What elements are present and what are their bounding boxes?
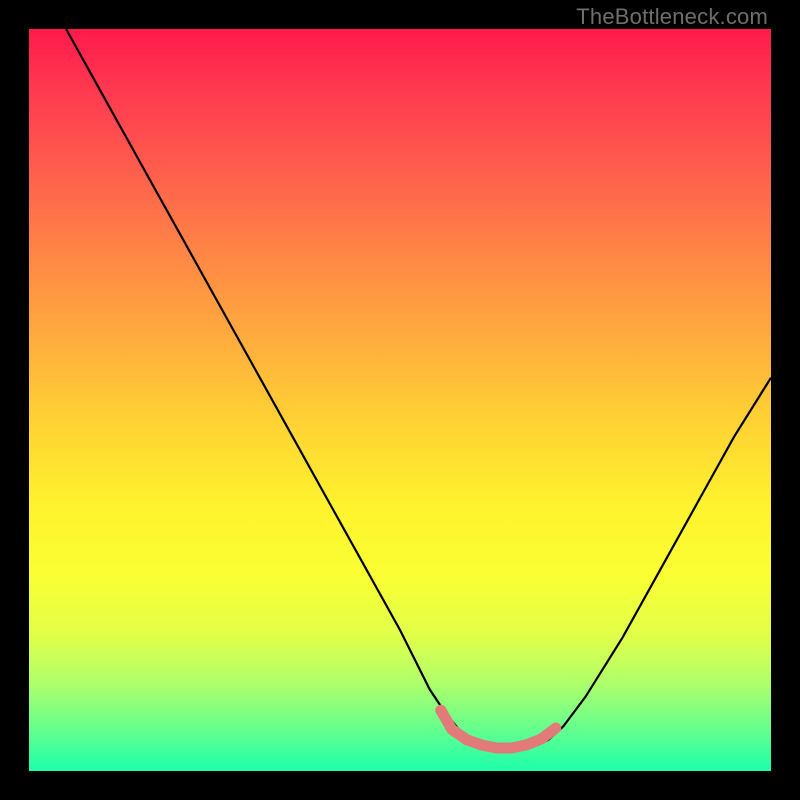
plot-area	[29, 29, 771, 771]
chart-container: TheBottleneck.com	[0, 0, 800, 800]
watermark-text: TheBottleneck.com	[576, 4, 768, 30]
highlight-segment	[441, 710, 556, 748]
main-curve	[66, 29, 771, 749]
chart-svg	[29, 29, 771, 771]
